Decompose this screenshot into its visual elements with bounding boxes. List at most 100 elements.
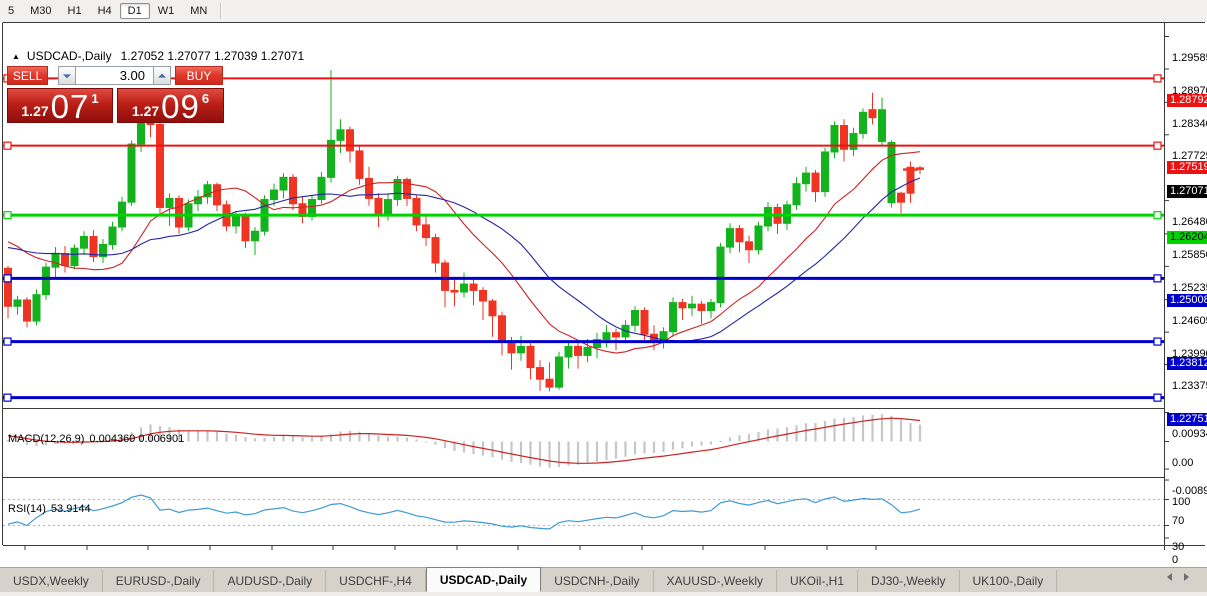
- timeframe-button-w1[interactable]: W1: [150, 3, 183, 19]
- buy-price-pip: 6: [201, 91, 210, 106]
- tab-usdx-weekly[interactable]: USDX,Weekly: [0, 570, 103, 592]
- hline-handle[interactable]: [3, 274, 12, 283]
- candle: [42, 262, 50, 300]
- ma-slow-line: [7, 177, 921, 342]
- hline-handle[interactable]: [3, 393, 12, 402]
- sell-button[interactable]: SELL: [7, 66, 48, 85]
- current-price-label: 1.27071: [1167, 184, 1207, 198]
- candle: [868, 92, 877, 125]
- volume-input[interactable]: [76, 66, 153, 85]
- tab-usdcad-daily[interactable]: USDCAD-,Daily: [425, 567, 542, 592]
- tab-uk100-daily[interactable]: UK100-,Daily: [960, 570, 1058, 592]
- timeframe-button-m30[interactable]: M30: [22, 3, 59, 19]
- chart-window: ▲ USDCAD-,Daily 1.27052 1.27077 1.27039 …: [0, 22, 1207, 585]
- candle: [365, 166, 373, 206]
- hline-handle[interactable]: [3, 337, 12, 346]
- macd-indicator-label: MACD(12,26,9) 0.004360 0.006901: [8, 433, 185, 445]
- candle: [279, 173, 288, 199]
- hline-handle[interactable]: [1153, 337, 1162, 346]
- toolbar-separator: [220, 3, 223, 19]
- candle: [678, 298, 687, 321]
- hline-handle[interactable]: [1153, 211, 1162, 220]
- candle: [821, 147, 829, 197]
- hline-handle[interactable]: [1153, 74, 1162, 83]
- candle: [564, 341, 573, 369]
- candle: [431, 233, 440, 273]
- candle: [393, 175, 402, 206]
- macd-axis-label: 0.009345: [1172, 428, 1207, 440]
- rsi-line: [7, 494, 921, 530]
- tab-ukoil-h1[interactable]: UKOil-,H1: [777, 570, 859, 592]
- chart-ohlc-values: 1.27052 1.27077 1.27039 1.27071: [120, 49, 305, 63]
- hline-handle[interactable]: [1153, 274, 1162, 283]
- buy-price-box[interactable]: 1.27 09 6: [117, 88, 224, 123]
- price-tick-label: 1.24605: [1172, 315, 1207, 328]
- timeframe-button-d1[interactable]: D1: [119, 3, 150, 19]
- collapse-chart-icon[interactable]: ▲: [12, 52, 20, 61]
- trading-terminal-window: 5 M30 H1 H4 D1 W1 MN ▲ USDCAD-,Daily 1.27052 1…: [0, 0, 1207, 596]
- chart-symbol-title: USDCAD-,Daily: [26, 49, 112, 63]
- buy-button[interactable]: BUY: [175, 66, 223, 85]
- tabs-scroll-left-icon[interactable]: [1167, 573, 1172, 581]
- candle: [327, 70, 335, 183]
- timeframe-toolbar: 5 M30 H1 H4 D1 W1 MN: [0, 0, 1207, 23]
- candle: [374, 193, 383, 228]
- tab-scroll-controls: [1167, 573, 1189, 581]
- rsi-panel: [3, 494, 1164, 530]
- candle: [640, 307, 649, 343]
- tab-usdcnh-daily[interactable]: USDCNH-,Daily: [541, 570, 654, 592]
- volume-decrease-button[interactable]: [58, 66, 76, 85]
- hline-handle[interactable]: [1153, 141, 1162, 150]
- macd-axis-label: 0.00: [1172, 457, 1194, 469]
- candle: [460, 272, 468, 298]
- price-line-label: 1.28792: [1167, 93, 1207, 107]
- candle: [526, 343, 535, 380]
- candle: [574, 342, 582, 369]
- candle: [716, 242, 725, 308]
- tab-eurusd-daily[interactable]: EURUSD-,Daily: [103, 570, 215, 592]
- macd-values: 0.004360 0.006901: [89, 433, 185, 445]
- candle: [859, 108, 867, 139]
- price-tick-label: 1.29585: [1172, 52, 1207, 64]
- candle: [317, 172, 326, 204]
- last-price-marker: [903, 168, 918, 171]
- candle: [298, 196, 307, 224]
- rsi-axis-label: 100: [1172, 495, 1191, 508]
- candle: [897, 191, 905, 214]
- hline-handle[interactable]: [3, 211, 12, 220]
- candle: [792, 177, 801, 211]
- candle: [70, 244, 79, 270]
- tabs-scroll-right-icon[interactable]: [1184, 573, 1189, 581]
- candle: [479, 287, 487, 321]
- candle: [754, 221, 763, 255]
- tab-audusd-daily[interactable]: AUDUSD-,Daily: [214, 570, 327, 592]
- tab-usdchf-h4[interactable]: USDCHF-,H4: [326, 570, 426, 592]
- sell-price-box[interactable]: 1.27 07 1: [7, 88, 113, 123]
- price-line-label: 1.23812: [1167, 357, 1207, 371]
- timeframe-button-h4[interactable]: H4: [90, 3, 120, 19]
- candle: [488, 298, 497, 337]
- rsi-axis-label: 70: [1172, 515, 1185, 527]
- timeframe-button-h1[interactable]: H1: [60, 3, 90, 19]
- volume-increase-button[interactable]: [153, 66, 171, 85]
- candle: [669, 297, 677, 337]
- candle: [536, 360, 544, 391]
- candle: [355, 145, 364, 185]
- candle: [422, 214, 430, 247]
- candle: [811, 169, 820, 203]
- price-tick-label: 1.26480: [1172, 216, 1207, 229]
- candle: [612, 328, 620, 351]
- timeframe-button-5[interactable]: 5: [0, 3, 22, 19]
- timeframe-button-mn[interactable]: MN: [182, 3, 215, 19]
- candle: [194, 190, 202, 212]
- candle: [450, 277, 459, 307]
- candle: [726, 223, 734, 254]
- candle: [517, 335, 525, 361]
- hline-handle[interactable]: [3, 141, 12, 150]
- chevron-down-icon: [63, 73, 71, 78]
- candle: [336, 119, 345, 154]
- tab-xauusd-weekly[interactable]: XAUUSD-,Weekly: [654, 570, 778, 592]
- chevron-up-icon: [158, 73, 166, 78]
- tab-dj30-weekly[interactable]: DJ30-,Weekly: [858, 570, 960, 592]
- hline-handle[interactable]: [1153, 393, 1162, 402]
